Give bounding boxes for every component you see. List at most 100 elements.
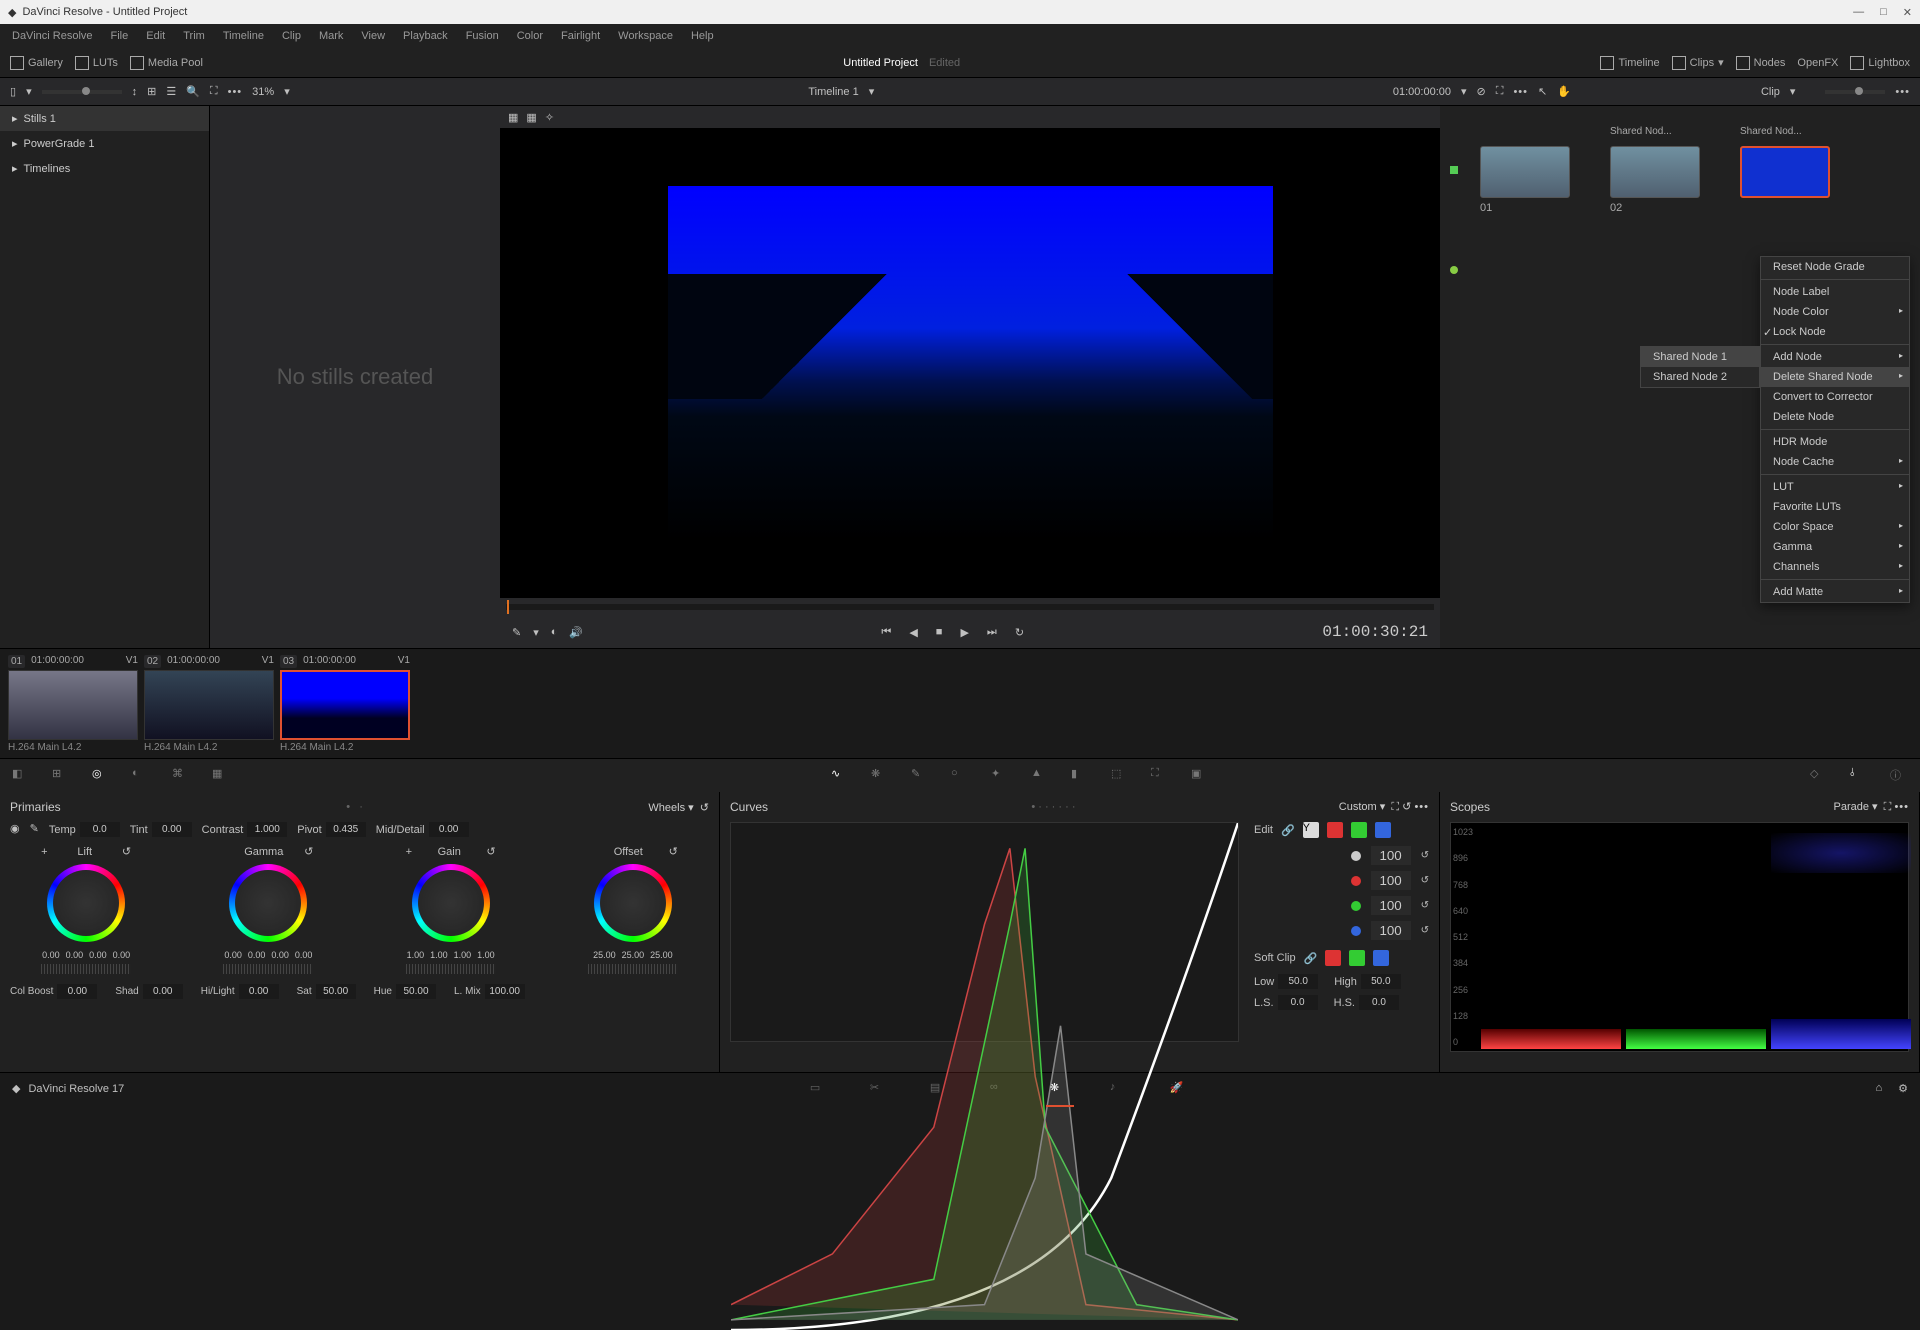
sizing-icon[interactable]: ⛶ — [1151, 767, 1169, 785]
ctx-hdr-mode[interactable]: HDR Mode — [1761, 432, 1909, 452]
sc-high-input[interactable] — [1361, 974, 1401, 989]
grab-still-icon[interactable]: ▾ — [26, 85, 32, 98]
reset-primaries-icon[interactable]: ↺ — [700, 802, 709, 814]
pointer-tool-icon[interactable]: ↖ — [1538, 85, 1547, 98]
color-picker-icon[interactable]: ◉ — [10, 822, 20, 837]
gallery-tab-stills[interactable]: ▸Stills 1 — [0, 106, 209, 131]
offset-reset-icon[interactable]: ↺ — [669, 845, 678, 858]
curve-reset-icon[interactable]: ↺ — [1402, 801, 1411, 813]
temp-input[interactable] — [80, 822, 120, 837]
color-match-icon[interactable]: ⊞ — [52, 767, 70, 785]
lmix-input[interactable] — [485, 984, 525, 999]
channel-g-button[interactable] — [1351, 822, 1367, 838]
curve-b-input[interactable] — [1371, 921, 1411, 940]
warper-icon[interactable]: ❋ — [871, 767, 889, 785]
loop-button[interactable]: ↻ — [1015, 626, 1024, 639]
menu-workspace[interactable]: Workspace — [610, 28, 681, 44]
sc-low-input[interactable] — [1278, 974, 1318, 989]
hue-input[interactable] — [396, 984, 436, 999]
menu-edit[interactable]: Edit — [138, 28, 173, 44]
mute-icon[interactable]: 🔊 — [569, 626, 583, 639]
submenu-shared-node-2[interactable]: Shared Node 2 — [1641, 367, 1759, 387]
sc-hs-input[interactable] — [1359, 995, 1399, 1010]
menu-fusion[interactable]: Fusion — [458, 28, 507, 44]
motion-effects-icon[interactable]: ▦ — [212, 767, 230, 785]
menu-timeline[interactable]: Timeline — [215, 28, 272, 44]
timecode-field[interactable]: 01:00:00:00 — [1393, 86, 1451, 98]
menu-color[interactable]: Color — [509, 28, 551, 44]
g-reset-icon[interactable]: ↺ — [1421, 900, 1429, 911]
clips-toggle[interactable]: Clips▾ — [1672, 56, 1724, 70]
node-02[interactable]: Shared Nod... 02 — [1610, 146, 1700, 214]
scopes-options-icon[interactable]: ••• — [1894, 801, 1909, 813]
clip-02[interactable]: 0201:00:00:00V1 H.264 Main L4.2 — [144, 655, 274, 752]
scopes-mode-dropdown[interactable]: Parade — [1833, 801, 1868, 813]
node-03-selected[interactable]: Shared Nod... — [1740, 146, 1830, 198]
curve-expand-icon[interactable]: ⛶ — [1391, 801, 1399, 813]
link-icon[interactable]: 🔗 — [1281, 824, 1295, 837]
first-frame-button[interactable]: ⏮ — [881, 626, 891, 639]
search-icon[interactable]: 🔍 — [186, 85, 200, 98]
wipe-icon[interactable]: ◐ — [551, 626, 558, 639]
viewer-timecode[interactable]: 01:00:30:21 — [1322, 623, 1428, 641]
home-button[interactable]: ⌂ — [1875, 1082, 1882, 1095]
ctx-gamma[interactable]: Gamma — [1761, 537, 1909, 557]
gain-wheel[interactable] — [412, 864, 490, 942]
b-reset-icon[interactable]: ↺ — [1421, 925, 1429, 936]
stop-button[interactable]: ■ — [936, 626, 943, 638]
3d-icon[interactable]: ▣ — [1191, 767, 1209, 785]
highlight-icon[interactable]: ▦ — [508, 111, 518, 124]
rgb-mixer-icon[interactable]: ⌘ — [172, 767, 190, 785]
curves-mode-dropdown[interactable]: Custom — [1339, 801, 1377, 813]
tint-input[interactable] — [152, 822, 192, 837]
blur-icon[interactable]: ▮ — [1071, 767, 1089, 785]
shad-input[interactable] — [143, 984, 183, 999]
curve-editor[interactable] — [730, 822, 1239, 1042]
ctx-delete-shared[interactable]: Delete Shared Node — [1761, 367, 1909, 387]
viewer-canvas[interactable] — [500, 128, 1440, 598]
pivot-input[interactable] — [326, 822, 366, 837]
timeline-name[interactable]: Timeline 1 — [808, 86, 858, 98]
bypass-icon[interactable]: ⊘ — [1477, 85, 1486, 98]
magic-mask-icon[interactable]: ▲ — [1031, 767, 1049, 785]
clip-01[interactable]: 0101:00:00:00V1 H.264 Main L4.2 — [8, 655, 138, 752]
gain-master-slider[interactable] — [406, 964, 496, 974]
r-reset-icon[interactable]: ↺ — [1421, 875, 1429, 886]
color-wheels-icon[interactable]: ◎ — [92, 767, 110, 785]
timeline-toggle[interactable]: Timeline — [1600, 56, 1659, 70]
ctx-lock-node[interactable]: Lock Node — [1761, 322, 1909, 342]
playhead-icon[interactable] — [507, 600, 509, 614]
menu-clip[interactable]: Clip — [274, 28, 309, 44]
clip-03[interactable]: 0301:00:00:00V1 H.264 Main L4.2 — [280, 655, 410, 752]
ctx-fav-luts[interactable]: Favorite LUTs — [1761, 497, 1909, 517]
fullscreen-icon[interactable]: ⛶ — [1496, 85, 1504, 98]
sort-icon[interactable]: ↕ — [132, 86, 138, 98]
menu-help[interactable]: Help — [683, 28, 722, 44]
viewer-zoom[interactable]: 31% — [252, 86, 274, 98]
gallery-options-icon[interactable]: ••• — [228, 86, 243, 98]
curve-y-input[interactable] — [1371, 846, 1411, 865]
tracking-icon[interactable]: ✦ — [991, 767, 1009, 785]
channel-r-button[interactable] — [1327, 822, 1343, 838]
menu-view[interactable]: View — [353, 28, 393, 44]
curves-icon[interactable]: ∿ — [831, 767, 849, 785]
menu-trim[interactable]: Trim — [175, 28, 213, 44]
panel-layout-icon[interactable]: ▯ — [10, 85, 16, 98]
channel-y-button[interactable]: Y — [1303, 822, 1319, 838]
wheels-mode-dropdown[interactable]: Wheels — [648, 802, 685, 814]
play-button[interactable]: ▶ — [960, 626, 968, 639]
menu-playback[interactable]: Playback — [395, 28, 456, 44]
menu-file[interactable]: File — [103, 28, 137, 44]
ctx-reset-grade[interactable]: Reset Node Grade — [1761, 257, 1909, 277]
window-icon[interactable]: ○ — [951, 767, 969, 785]
colboost-input[interactable] — [57, 984, 97, 999]
viewer-scrubber[interactable] — [500, 598, 1440, 616]
curve-options-icon[interactable]: ••• — [1414, 801, 1429, 813]
ctx-node-color[interactable]: Node Color — [1761, 302, 1909, 322]
gamma-reset-icon[interactable]: ↺ — [304, 845, 313, 858]
sc-ls-input[interactable] — [1278, 995, 1318, 1010]
keyframe-icon[interactable]: ◇ — [1810, 767, 1828, 785]
grid-view-icon[interactable]: ⊞ — [147, 85, 156, 98]
ctx-add-node[interactable]: Add Node — [1761, 347, 1909, 367]
offset-wheel[interactable] — [594, 864, 672, 942]
